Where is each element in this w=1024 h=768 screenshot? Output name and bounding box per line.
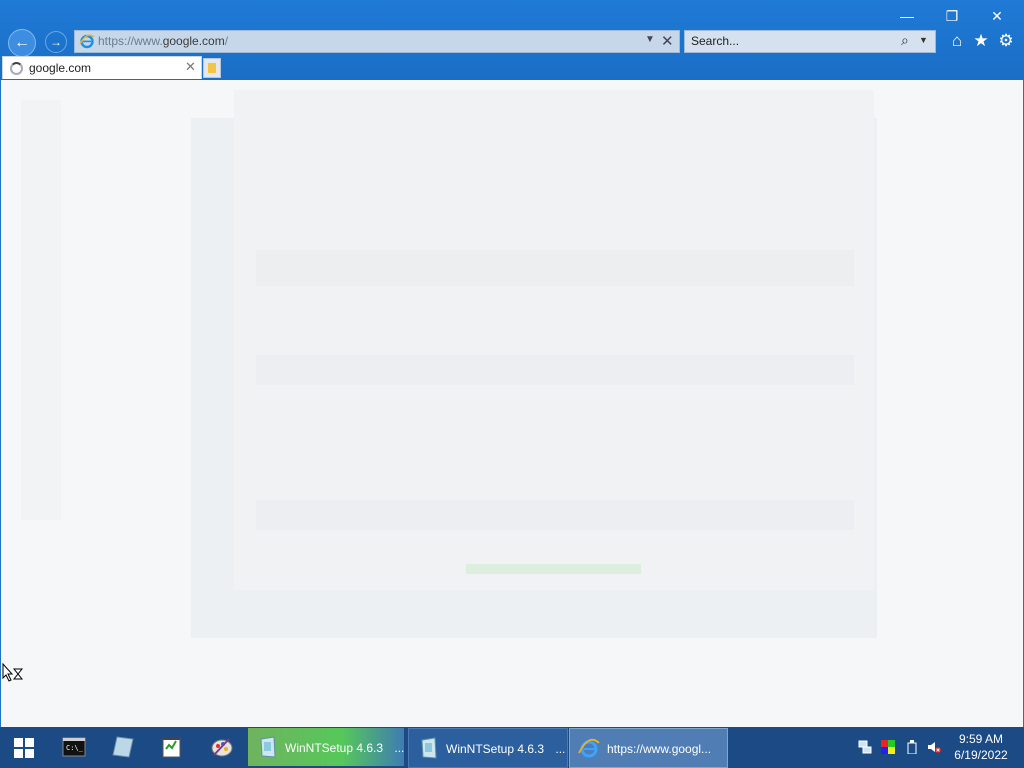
display-color-icon[interactable] — [881, 740, 895, 754]
winntsetup-icon — [421, 737, 437, 759]
start-button[interactable] — [0, 727, 48, 768]
minimize-button[interactable]: — — [884, 4, 930, 28]
stop-loading-icon[interactable]: ✕ — [661, 32, 674, 50]
address-url[interactable]: https://www.google.com/ — [98, 34, 228, 48]
system-clock[interactable]: 9:59 AM 6/19/2022 — [945, 731, 1017, 763]
loading-spinner-icon — [10, 62, 23, 75]
title-bar: — ❐ ✕ ← → https://www.google.com/ ▼ ✕ Se… — [0, 0, 1024, 80]
tab-label: google.com — [29, 61, 92, 75]
search-dropdown-icon[interactable]: ▼ — [919, 35, 928, 45]
task-label: WinNTSetup 4.6.3 — [446, 742, 545, 756]
svg-text:C:\_: C:\_ — [66, 744, 84, 752]
task-ellipsis: ... — [555, 742, 566, 756]
tab-google[interactable]: google.com ✕ — [2, 56, 202, 79]
clock-time: 9:59 AM — [958, 732, 1004, 746]
url-suffix: / — [224, 34, 229, 48]
ie-icon — [79, 34, 95, 49]
restore-button[interactable]: ❐ — [929, 4, 975, 28]
ghost-progress — [466, 564, 641, 574]
ghost-row — [256, 500, 854, 530]
favorites-icon[interactable]: ★ — [970, 31, 992, 51]
task-internet-explorer[interactable]: https://www.googl... — [569, 728, 728, 768]
new-tab-button[interactable] — [203, 58, 221, 78]
usb-device-icon[interactable] — [905, 740, 919, 754]
winntsetup-icon — [260, 736, 276, 758]
ie-icon — [578, 738, 600, 758]
drive-tool-icon[interactable] — [111, 735, 135, 759]
task-label: https://www.googl... — [607, 742, 712, 756]
task-winntsetup-2[interactable]: WinNTSetup 4.6.3 ... — [408, 728, 568, 768]
back-icon: ← — [14, 34, 30, 51]
taskbar: C:\_ WinNTSetup 4.6.3 ... WinNTSetup 4.6… — [0, 727, 1024, 768]
forward-button[interactable]: → — [45, 31, 67, 53]
busy-cursor-icon — [2, 662, 24, 690]
url-domain: google.com — [162, 34, 225, 48]
search-box[interactable]: Search... ⌕ ▼ — [684, 30, 936, 53]
close-button[interactable]: ✕ — [974, 4, 1020, 28]
paint-icon[interactable] — [210, 735, 234, 759]
ghost-desktop-icons — [21, 100, 61, 520]
task-ellipsis: ... — [394, 741, 405, 755]
cmd-icon[interactable]: C:\_ — [62, 735, 86, 759]
url-prefix: https://www. — [98, 34, 163, 48]
search-placeholder: Search... — [691, 34, 740, 48]
ghost-row — [256, 250, 854, 286]
task-winntsetup-1[interactable]: WinNTSetup 4.6.3 ... — [248, 728, 404, 766]
network-icon[interactable] — [858, 740, 872, 754]
search-icon[interactable]: ⌕ — [901, 32, 909, 49]
volume-muted-icon[interactable] — [927, 740, 941, 754]
address-bar[interactable]: https://www.google.com/ ▼ ✕ — [74, 30, 680, 53]
page-content-area — [1, 80, 1023, 727]
back-button[interactable]: ← — [8, 29, 36, 57]
address-dropdown-icon[interactable]: ▼ — [645, 34, 655, 45]
tab-row: google.com ✕ — [0, 56, 1024, 80]
home-icon[interactable]: ⌂ — [946, 31, 968, 51]
tab-close-icon[interactable]: ✕ — [185, 59, 196, 75]
task-label: WinNTSetup 4.6.3 — [285, 741, 384, 755]
forward-icon: → — [50, 35, 62, 49]
settings-icon[interactable]: ⚙ — [995, 31, 1017, 51]
browser-window: — ❐ ✕ ← → https://www.google.com/ ▼ ✕ Se… — [0, 0, 1024, 727]
clock-date: 6/19/2022 — [954, 748, 1008, 762]
ghost-row — [256, 355, 854, 385]
notepad-icon[interactable] — [160, 735, 184, 759]
